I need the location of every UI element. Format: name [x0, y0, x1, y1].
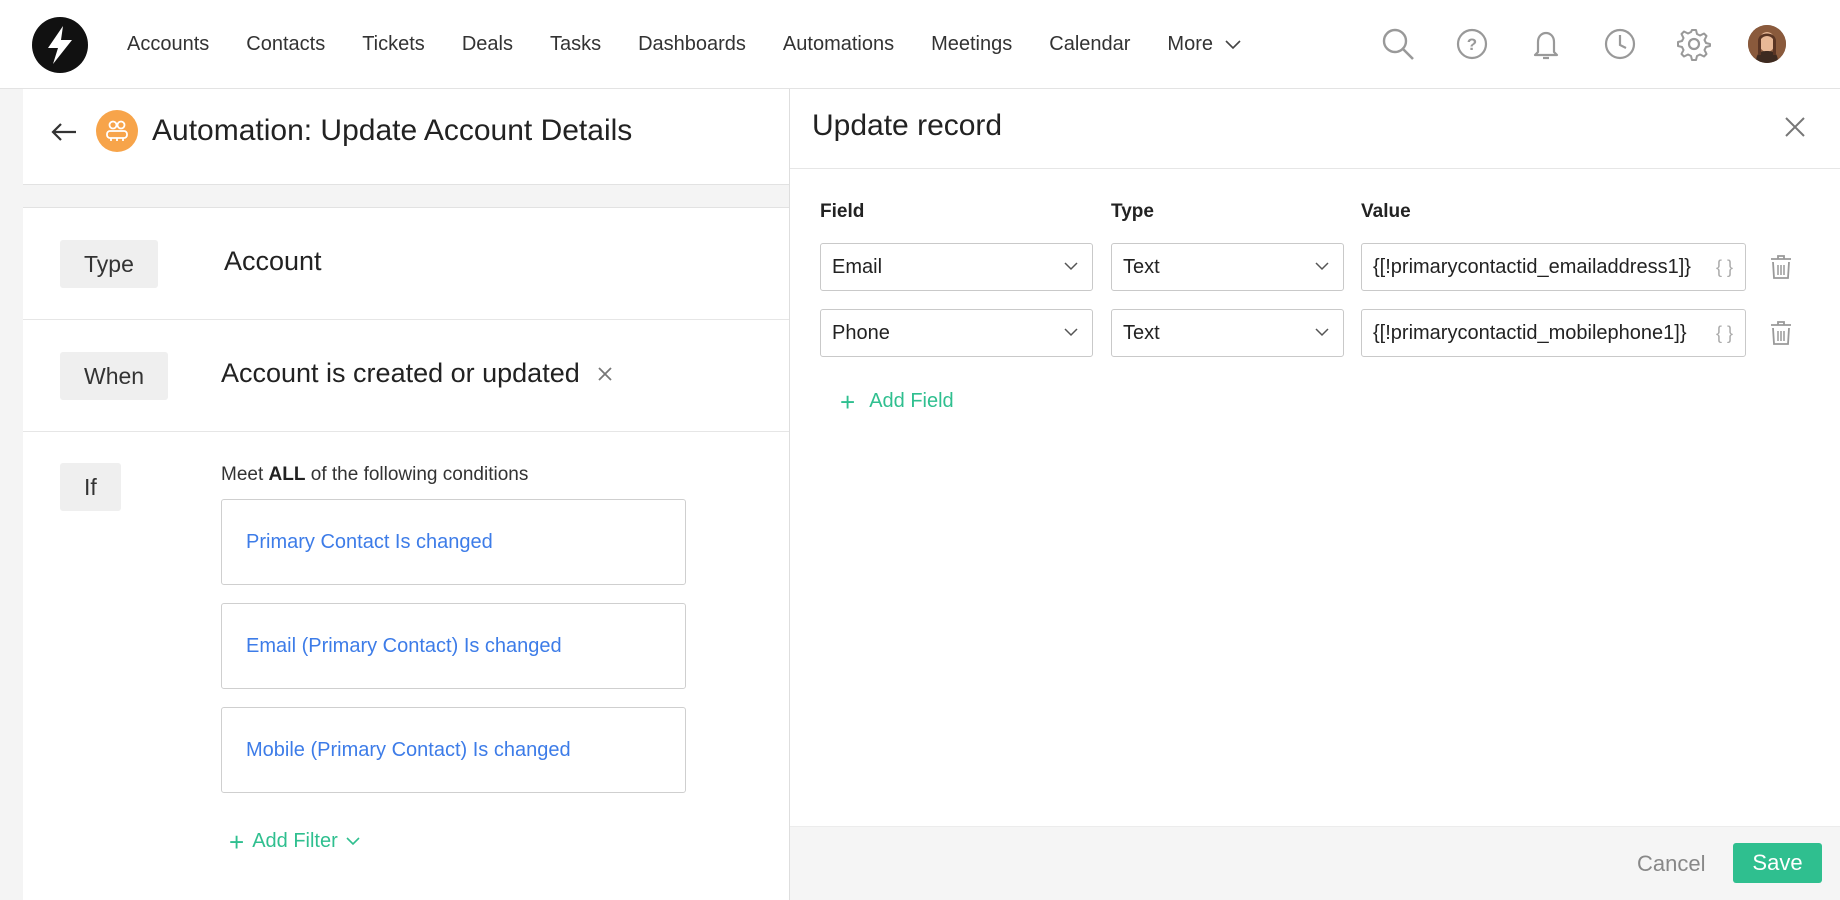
- nav-tickets[interactable]: Tickets: [362, 33, 425, 56]
- insert-placeholder-icon[interactable]: { }: [1713, 310, 1733, 356]
- field-select[interactable]: Phone: [820, 309, 1093, 357]
- cancel-button[interactable]: Cancel: [1637, 851, 1705, 877]
- add-field-label: Add Field: [869, 390, 954, 412]
- top-navbar: Accounts Contacts Tickets Deals Tasks Da…: [0, 0, 1840, 89]
- search-icon[interactable]: [1378, 24, 1418, 64]
- automation-icon: [96, 110, 138, 152]
- meet-prefix: Meet: [221, 464, 264, 485]
- field-select-value: Phone: [832, 322, 890, 344]
- nav-icons: ?: [1344, 24, 1786, 64]
- automation-editor: Automation: Update Account Details Type …: [23, 89, 789, 900]
- value-input[interactable]: {[!primarycontactid_emailaddress1]} { }: [1361, 243, 1746, 291]
- type-value: Account: [224, 246, 322, 276]
- field-select[interactable]: Email: [820, 243, 1093, 291]
- nav-more[interactable]: More: [1167, 33, 1241, 56]
- page-header: Automation: Update Account Details: [23, 89, 789, 185]
- drawer-title: Update record: [812, 109, 1003, 142]
- clear-icon[interactable]: [597, 366, 613, 387]
- nav-automations[interactable]: Automations: [783, 33, 894, 56]
- column-value: Value: [1361, 201, 1411, 222]
- chevron-down-icon: [1064, 262, 1078, 271]
- update-record-drawer: Update record Field Type Value Email Tex…: [789, 89, 1840, 900]
- nav-links: Accounts Contacts Tickets Deals Tasks Da…: [127, 0, 1241, 89]
- when-value[interactable]: Account is created or updated: [221, 358, 580, 389]
- bell-icon[interactable]: [1526, 24, 1566, 64]
- meet-suffix: of the following conditions: [310, 464, 529, 485]
- chevron-down-icon: [346, 837, 360, 846]
- chevron-down-icon: [1225, 39, 1241, 49]
- type-select[interactable]: Text: [1111, 243, 1344, 291]
- save-button[interactable]: Save: [1733, 843, 1822, 883]
- value-input-text: {[!primarycontactid_emailaddress1]}: [1373, 256, 1691, 278]
- trash-icon[interactable]: [1769, 320, 1797, 348]
- condition-email[interactable]: Email (Primary Contact) Is changed: [221, 603, 686, 689]
- when-label: When: [60, 352, 169, 400]
- chevron-down-icon: [1315, 328, 1329, 337]
- close-icon[interactable]: [1783, 115, 1807, 139]
- automation-body: Type Account When Account is created or …: [23, 207, 789, 900]
- page-title: Automation: Update Account Details: [152, 114, 633, 147]
- drawer-footer: Cancel Save: [790, 826, 1840, 900]
- chevron-down-icon: [1315, 262, 1329, 271]
- when-section: When Account is created or updated: [23, 320, 789, 432]
- svg-text:?: ?: [1467, 35, 1477, 54]
- nav-deals[interactable]: Deals: [462, 33, 513, 56]
- insert-placeholder-icon[interactable]: { }: [1713, 244, 1733, 290]
- column-type: Type: [1111, 201, 1154, 222]
- column-field: Field: [820, 201, 865, 222]
- back-arrow-icon[interactable]: [49, 117, 79, 147]
- user-avatar[interactable]: [1748, 25, 1786, 63]
- nav-more-label: More: [1167, 33, 1213, 55]
- if-label: If: [60, 463, 121, 511]
- gear-icon[interactable]: [1674, 24, 1714, 64]
- condition-mobile[interactable]: Mobile (Primary Contact) Is changed: [221, 707, 686, 793]
- type-select-value: Text: [1123, 256, 1160, 278]
- clock-icon[interactable]: [1600, 24, 1640, 64]
- help-icon[interactable]: ?: [1452, 24, 1492, 64]
- add-field-button[interactable]: + Add Field: [840, 386, 954, 417]
- drawer-header: Update record: [790, 89, 1840, 169]
- value-input[interactable]: {[!primarycontactid_mobilephone1]} { }: [1361, 309, 1746, 357]
- nav-accounts[interactable]: Accounts: [127, 33, 209, 56]
- type-select[interactable]: Text: [1111, 309, 1344, 357]
- trash-icon[interactable]: [1769, 254, 1797, 282]
- type-section: Type Account: [23, 208, 789, 320]
- nav-tasks[interactable]: Tasks: [550, 33, 601, 56]
- nav-calendar[interactable]: Calendar: [1049, 33, 1130, 56]
- plus-icon: +: [229, 826, 245, 857]
- type-select-value: Text: [1123, 322, 1160, 344]
- type-label: Type: [60, 240, 158, 288]
- nav-dashboards[interactable]: Dashboards: [638, 33, 746, 56]
- if-section: If Meet ALL of the following conditions …: [23, 432, 789, 900]
- add-filter-button[interactable]: + Add Filter: [229, 826, 360, 857]
- nav-contacts[interactable]: Contacts: [246, 33, 325, 56]
- value-input-text: {[!primarycontactid_mobilephone1]}: [1373, 322, 1687, 344]
- app-logo[interactable]: [32, 17, 88, 73]
- plus-icon: +: [840, 386, 856, 417]
- nav-meetings[interactable]: Meetings: [931, 33, 1012, 56]
- field-select-value: Email: [832, 256, 883, 278]
- add-filter-label: Add Filter: [252, 830, 338, 852]
- condition-primary-contact[interactable]: Primary Contact Is changed: [221, 499, 686, 585]
- condition-mode: Meet ALL of the following conditions: [221, 464, 528, 486]
- chevron-down-icon: [1064, 328, 1078, 337]
- meet-mode[interactable]: ALL: [269, 464, 306, 485]
